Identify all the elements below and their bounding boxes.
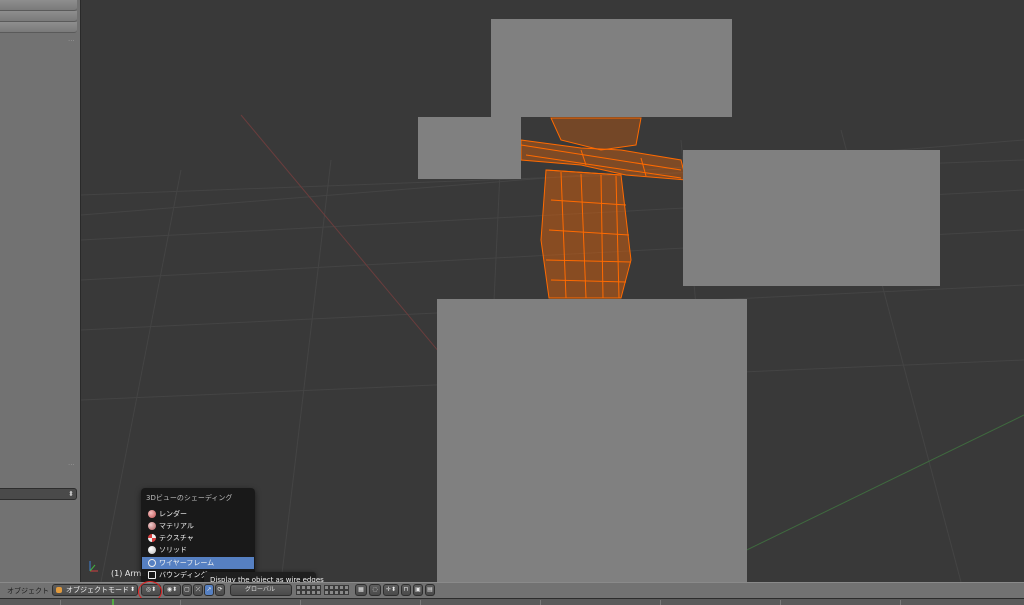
masked-region [491,19,732,117]
updown-arrows-icon: ⬍ [68,490,74,498]
bounding-box-icon [148,571,156,579]
panel-resize-grip[interactable]: ··· [68,38,75,45]
manipulator-icon: ⤫ [195,586,201,593]
local-view-icon: ▢ [184,586,190,593]
proportional-edit-button[interactable]: ◌ [369,584,381,596]
menu-item-material[interactable]: マテリアル [142,520,254,532]
wireframe-sphere-icon [148,559,156,567]
masked-region [437,299,747,582]
viewport-shading-menu: 3Dビューのシェーディング レンダー マテリアル テクスチャ ソリッド ワイヤー… [141,488,255,584]
tool-shelf: ··· ··· ⬍ [0,0,81,582]
snap-target-button[interactable]: ⊓ [401,584,411,596]
axis-gizmo-icon [89,561,98,572]
masked-region [418,117,521,179]
texture-checker-icon [148,534,156,542]
mode-select[interactable]: オブジェクトモード ⬍ [52,584,138,596]
object-menu[interactable]: オブジェクト [7,586,49,596]
rotate-icon: ⟳ [217,586,223,593]
lock-layers-button[interactable]: ▦ [355,584,367,596]
rotate-manipulator-button[interactable]: ⟳ [215,584,225,596]
menu-title: 3Dビューのシェーディング [146,494,233,502]
menu-item-texture[interactable]: テクスチャ [142,532,254,544]
pivot-point-button[interactable]: ◉⬍ [163,584,181,596]
panel-resize-grip[interactable]: ··· [68,462,75,469]
layer-buttons-2[interactable] [324,585,349,595]
manipulator-toggle[interactable]: ⤫ [193,584,203,596]
render-sphere-icon [148,510,156,518]
local-view-button[interactable]: ▢ [182,584,192,596]
shelf-tab[interactable] [0,22,77,33]
masked-region [683,150,940,286]
arrow-icon: ↗ [206,586,212,593]
shelf-tab[interactable] [0,11,77,22]
translate-manipulator-button[interactable]: ↗ [204,584,214,596]
snap-icon: ✛⬍ [385,586,397,593]
wireframe-mesh[interactable] [520,117,687,299]
render-button[interactable]: ▣ [413,584,423,596]
frame-cursor[interactable] [112,599,114,605]
shelf-dropdown[interactable]: ⬍ [0,488,77,500]
solid-sphere-icon [148,546,156,554]
menu-item-solid[interactable]: ソリッド [142,544,254,556]
proportional-icon: ◌ [372,586,378,593]
pivot-icon: ◉⬍ [166,586,178,593]
render-anim-button[interactable]: ▤ [425,584,435,596]
material-sphere-icon [148,522,156,530]
snap-button[interactable]: ✛⬍ [383,584,399,596]
lock-icon: ▦ [358,586,364,593]
camera-icon: ▣ [415,586,421,593]
transform-orientation-select[interactable]: グローバル [230,584,292,596]
shelf-tab[interactable] [0,0,77,11]
film-icon: ▤ [427,586,433,593]
updown-arrows-icon: ⬍ [129,586,135,593]
menu-item-render[interactable]: レンダー [142,508,254,520]
object-mode-icon [56,587,62,593]
menu-item-wireframe[interactable]: ワイヤーフレーム [142,557,254,569]
timeline-strip[interactable] [0,598,1024,605]
magnet-icon: ⊓ [403,586,409,593]
layer-buttons-1[interactable] [296,585,321,595]
